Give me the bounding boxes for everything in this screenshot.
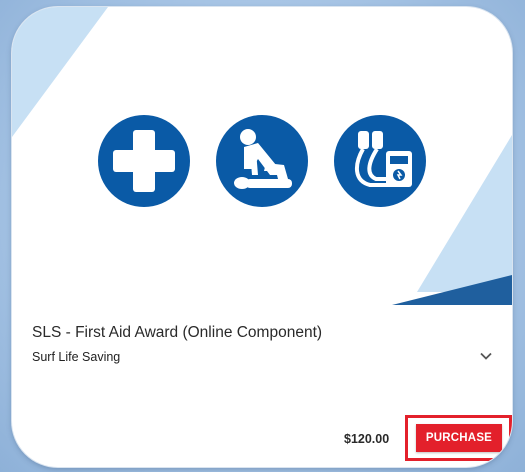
card-footer: $120.00 PURCHASE <box>12 415 512 461</box>
defibrillator-icon <box>332 113 428 209</box>
course-banner <box>12 7 512 305</box>
course-provider: Surf Life Saving <box>32 350 121 364</box>
course-info: SLS - First Aid Award (Online Component)… <box>32 323 492 365</box>
chevron-down-icon[interactable] <box>478 348 494 364</box>
banner-icons <box>96 113 436 213</box>
course-title[interactable]: SLS - First Aid Award (Online Component) <box>32 323 492 343</box>
purchase-button[interactable]: PURCHASE <box>416 424 502 452</box>
course-card: SLS - First Aid Award (Online Component)… <box>12 7 512 467</box>
course-price: $120.00 <box>344 432 390 446</box>
cpr-icon <box>214 113 310 209</box>
first-aid-cross-icon <box>96 113 192 209</box>
